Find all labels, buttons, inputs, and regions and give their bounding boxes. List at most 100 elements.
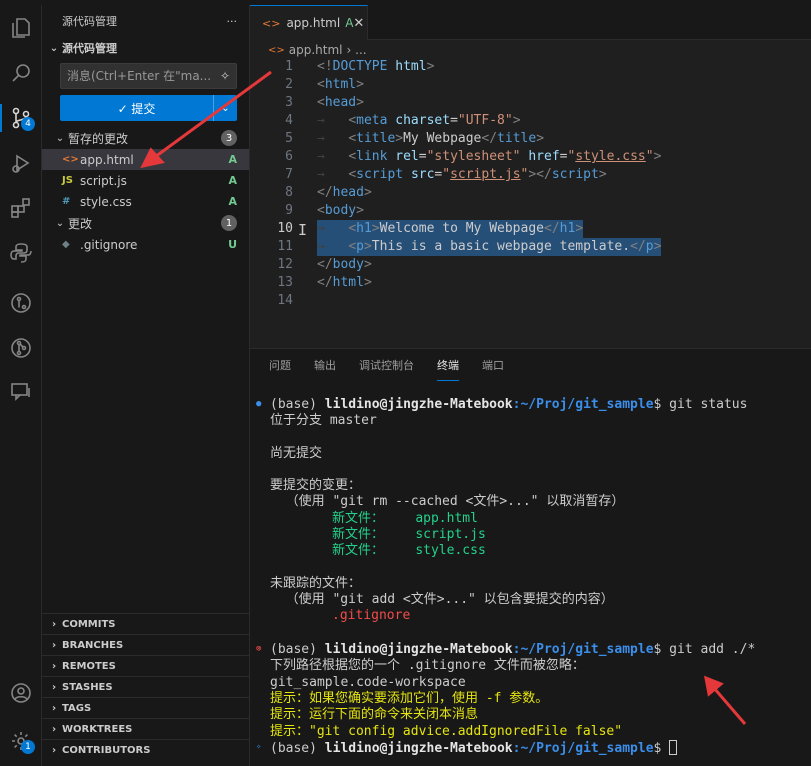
line-number: 10 [277,221,293,236]
chevron-down-icon: ⌄ [55,217,65,229]
explorer-icon[interactable] [0,10,42,46]
source-control-sidebar: 源代码管理 ··· ⌄ 源代码管理 ✧ ✓ 提交 ⌄ ⌄ 暂存的更改 3 <> … [42,5,250,766]
panel-tabs: 问题 输出 调试控制台 终端 端口 [250,349,811,381]
panel-contributors[interactable]: › CONTRIBUTORS [42,739,250,760]
gitignore-file-icon: ◆ [62,239,70,250]
code-text: </head> [317,185,372,200]
bottom-panel: 问题 输出 调试控制台 终端 端口 ● (base) lildino@jingz… [250,348,811,766]
staged-file-item[interactable]: JS script.js A [42,170,249,191]
account-icon[interactable] [0,675,42,711]
tab-problems[interactable]: 问题 [269,349,291,381]
panel-worktrees[interactable]: › WORKTREES [42,718,250,739]
terminal-caret [669,740,678,755]
commit-dropdown-button[interactable]: ⌄ [213,95,237,121]
chevron-right-icon: › [51,702,57,714]
close-icon[interactable]: ✕ [353,16,364,31]
panel-label: COMMITS [62,618,116,630]
file-name: .gitignore [80,237,138,252]
panel-label: TAGS [62,702,92,714]
panel-remotes[interactable]: › REMOTES [42,655,250,676]
panel-tags[interactable]: › TAGS [42,697,250,718]
scm-section-header[interactable]: ⌄ 源代码管理 [42,37,249,59]
tab-output[interactable]: 输出 [314,349,336,381]
code-line: 11 → <p>This is a basic webpage template.… [250,238,811,256]
tab-debug-console[interactable]: 调试控制台 [359,349,414,381]
panel-stashes[interactable]: › STASHES [42,676,250,697]
file-status: A [228,195,237,208]
code-line: 2 <html> [250,76,811,94]
line-number: 1 [285,59,293,74]
breadcrumb-separator[interactable]: › ... [347,43,367,57]
git-graph-icon[interactable] [0,285,42,321]
chevron-down-icon: ⌄ [55,132,65,144]
changed-file-item[interactable]: ◆ .gitignore U [42,234,249,255]
panel-branches[interactable]: › BRANCHES [42,634,250,655]
file-status: A [228,174,237,187]
panel-label: REMOTES [62,660,116,672]
sparkle-icon[interactable]: ✧ [220,69,230,83]
terminal-line: (base) lildino@jingzhe-Matebook:~/Proj/g… [270,397,748,412]
command-error-icon: ⊗ [256,644,262,654]
css-file-icon: # [62,196,71,207]
sparkle-icon: ✧ [256,742,262,752]
tab-ports[interactable]: 端口 [482,349,504,381]
file-status: A [228,153,237,166]
code-editor[interactable]: 1 <!DOCTYPE html> 2 <html> 3 <head> 4 → <met… [250,58,811,348]
manage-badge: 1 [21,740,35,754]
staged-file-item[interactable]: <> app.html A [42,149,249,170]
staged-changes-group[interactable]: ⌄ 暂存的更改 3 [42,127,249,149]
html-file-icon: <> [268,44,285,56]
manage-gear-icon[interactable]: 1 [0,723,42,759]
code-text: → <link rel="stylesheet" href="style.css… [317,149,662,164]
more-actions-button[interactable]: ··· [227,15,238,28]
code-line: 6 → <link rel="stylesheet" href="style.cs… [250,148,811,166]
terminal-line: git_sample.code-workspace [270,675,466,690]
editor-tab-bar: <> app.html A ✕ [250,5,811,40]
panel-label: WORKTREES [62,723,133,735]
breadcrumb-file[interactable]: app.html [289,43,343,57]
terminal-line: 提示：运行下面的命令来关闭本消息 [270,707,479,722]
terminal-line: .gitignore [332,608,411,623]
line-number: 3 [285,95,293,110]
staged-changes-label: 暂存的更改 [68,131,129,146]
extensions-icon[interactable] [0,190,42,226]
tab-app-html[interactable]: <> app.html A ✕ [250,5,368,40]
chevron-right-icon: › [51,744,57,756]
tab-terminal[interactable]: 终端 [437,349,459,381]
commit-message-box: ✧ [60,63,237,89]
git-lens-icon[interactable] [0,330,42,366]
terminal-line: (base) lildino@jingzhe-Matebook:~/Proj/g… [270,740,678,756]
line-number: 8 [285,185,293,200]
sidebar-title: 源代码管理 [62,15,117,28]
panel-commits[interactable]: › COMMITS [42,613,250,634]
code-line: 8 </head> [250,184,811,202]
chevron-right-icon: › [51,618,57,630]
line-number: 12 [277,257,293,272]
code-text: → <h1>Welcome to My Webpage</h1> [317,220,584,238]
text-cursor-icon: I [298,221,308,239]
chevron-right-icon: › [51,660,57,672]
terminal-line: 提示："git config advice.addIgnoredFile fal… [270,724,623,739]
code-line: 12 </body> [250,256,811,274]
staged-file-item[interactable]: # style.css A [42,191,249,212]
remote-chat-icon[interactable] [0,373,42,409]
commit-message-input[interactable] [67,69,217,83]
terminal-line: 下列路径根据您的一个 .gitignore 文件而被忽略： [270,658,585,673]
line-number: 9 [285,203,293,218]
source-control-icon[interactable]: 4 [0,100,42,136]
activity-bar: 4 1 [0,5,42,766]
panel-label: BRANCHES [62,639,124,651]
python-icon[interactable] [0,235,42,271]
terminal-line: 提示：如果您确实要添加它们，使用 -f 参数。 [270,691,549,706]
changes-label: 更改 [68,216,93,231]
tab-label: app.html [286,16,341,30]
terminal-line: 位于分支 master [270,413,377,428]
tab-modified-indicator: A [345,16,354,30]
search-icon[interactable] [0,55,42,91]
line-number: 2 [285,77,293,92]
terminal-line: （使用 "git add <文件>..." 以包含要提交的内容） [270,592,614,607]
changes-group[interactable]: ⌄ 更改 1 [42,212,249,234]
run-debug-icon[interactable] [0,145,42,181]
commit-button[interactable]: ✓ 提交 ⌄ [60,95,237,121]
scm-badge: 4 [21,117,35,131]
